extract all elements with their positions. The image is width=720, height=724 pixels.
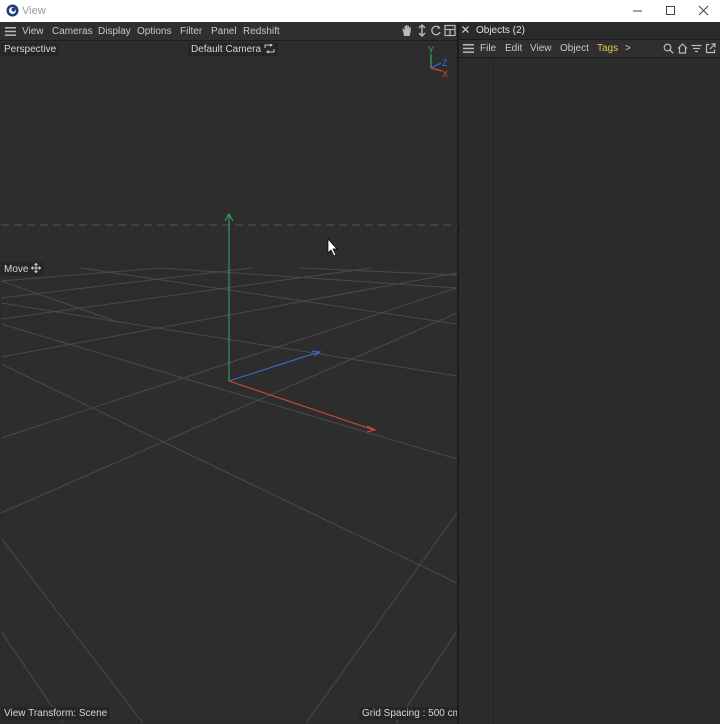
menu-redshift[interactable]: Redshift bbox=[243, 26, 280, 37]
close-icon bbox=[698, 5, 709, 16]
objects-menu-more[interactable]: > bbox=[625, 43, 631, 54]
window-titlebar: View bbox=[0, 0, 720, 23]
pan-hand-icon[interactable] bbox=[401, 24, 413, 37]
viewport-scene: Y Z X bbox=[1, 45, 457, 723]
menu-cameras[interactable]: Cameras bbox=[52, 26, 93, 37]
menu-filter[interactable]: Filter bbox=[180, 26, 202, 37]
objects-hamburger-icon[interactable] bbox=[463, 44, 474, 53]
objects-tabbar: Objects (2) bbox=[459, 22, 720, 40]
objects-menubar: File Edit View Object Tags > bbox=[459, 40, 720, 58]
viewport-menubar: View Cameras Display Options Filter Pane… bbox=[0, 22, 458, 41]
objects-menu-view[interactable]: View bbox=[530, 43, 552, 54]
window-title: View bbox=[22, 5, 46, 17]
move-cross-icon bbox=[31, 262, 42, 274]
camera-switch-icon bbox=[264, 43, 275, 54]
camera-label: Default Camera bbox=[191, 44, 262, 55]
cinema4d-app-icon bbox=[6, 4, 19, 17]
world-axis-gizmo bbox=[224, 212, 377, 433]
objects-menu-object[interactable]: Object bbox=[560, 43, 589, 54]
maximize-icon bbox=[666, 6, 675, 15]
active-tool-label: Move bbox=[4, 264, 29, 275]
gizmo-y-label: Y bbox=[428, 45, 434, 55]
active-tool-indicator: Move bbox=[1, 262, 45, 276]
z-axis-line bbox=[228, 351, 320, 382]
menu-options[interactable]: Options bbox=[137, 26, 171, 37]
objects-menu-tags[interactable]: Tags bbox=[597, 43, 618, 54]
objects-menu-file[interactable]: File bbox=[480, 43, 496, 54]
maximize-button[interactable] bbox=[654, 0, 687, 22]
gizmo-z-label: Z bbox=[442, 58, 448, 68]
projection-label[interactable]: Perspective bbox=[1, 43, 60, 56]
minimize-icon bbox=[633, 10, 642, 12]
close-tab-icon[interactable] bbox=[462, 26, 469, 33]
objects-tab-title[interactable]: Objects (2) bbox=[476, 25, 525, 36]
camera-selector[interactable]: Default Camera bbox=[188, 43, 278, 56]
objects-menu-edit[interactable]: Edit bbox=[505, 43, 522, 54]
grid-spacing-label: Grid Spacing : 500 cm bbox=[359, 707, 457, 720]
filter-icon[interactable] bbox=[691, 43, 702, 54]
home-icon[interactable] bbox=[677, 43, 688, 54]
objects-list[interactable] bbox=[459, 58, 720, 724]
move-icon[interactable] bbox=[416, 24, 428, 37]
objects-column-separator bbox=[493, 58, 494, 724]
x-axis-line bbox=[228, 380, 375, 431]
open-window-icon[interactable] bbox=[705, 43, 716, 54]
view-transform-label: View Transform: Scene bbox=[1, 707, 111, 720]
rotate-icon[interactable] bbox=[430, 24, 442, 37]
hamburger-menu-icon[interactable] bbox=[5, 27, 16, 36]
menu-display[interactable]: Display bbox=[98, 26, 131, 37]
layout-icon[interactable] bbox=[444, 24, 456, 37]
mouse-cursor bbox=[327, 238, 338, 257]
close-button[interactable] bbox=[687, 0, 720, 22]
search-icon[interactable] bbox=[663, 43, 674, 54]
menu-panel[interactable]: Panel bbox=[211, 26, 237, 37]
menu-view[interactable]: View bbox=[22, 26, 44, 37]
gizmo-x-label: X bbox=[442, 69, 448, 79]
minimize-button[interactable] bbox=[621, 0, 654, 22]
orientation-gizmo: Y Z X bbox=[428, 45, 448, 79]
viewport-perspective[interactable]: Y Z X Perspective Default Camera Move Vi… bbox=[1, 41, 457, 723]
